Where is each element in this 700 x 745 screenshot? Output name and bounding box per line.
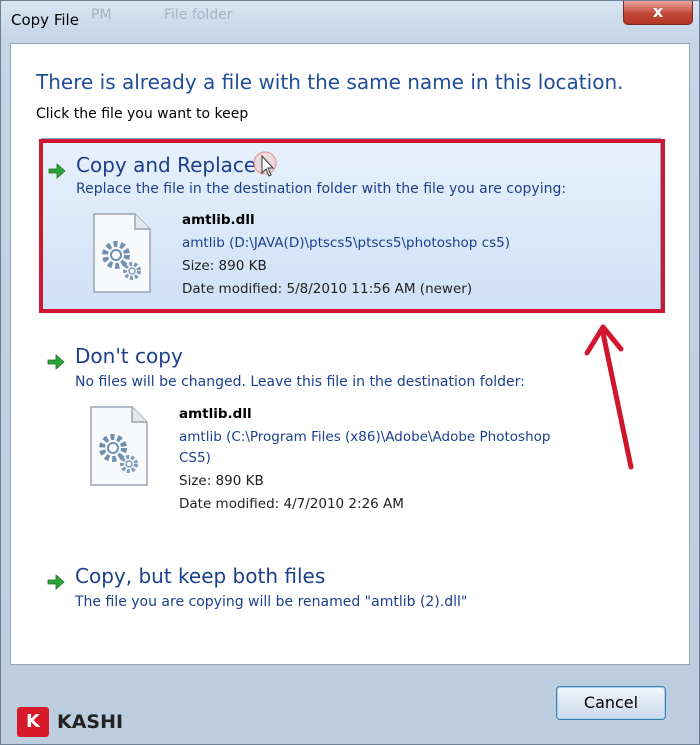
mouse-cursor-icon — [253, 151, 277, 177]
background-text: PM — [91, 7, 112, 23]
file-path: amtlib (D:\JAVA(D)\ptscs5\ptscs5\photosh… — [182, 235, 510, 251]
green-arrow-icon — [47, 354, 65, 370]
file-path: amtlib (C:\Program Files (x86)\Adobe\Ado… — [179, 429, 551, 445]
file-name: amtlib.dll — [182, 212, 255, 228]
file-size: Size: 890 KB — [182, 258, 267, 274]
window-title: Copy File — [11, 11, 79, 29]
file-size: Size: 890 KB — [179, 473, 264, 489]
option-title: Copy, but keep both files — [75, 564, 326, 588]
main-instruction: There is already a file with the same na… — [36, 70, 624, 94]
green-arrow-icon — [48, 163, 66, 179]
option-description: Replace the file in the destination fold… — [76, 181, 567, 197]
file-path-continued: CS5) — [179, 450, 211, 466]
dll-file-icon — [93, 213, 151, 293]
file-name: amtlib.dll — [179, 406, 252, 422]
option-description: The file you are copying will be renamed… — [75, 594, 468, 610]
file-date-modified: Date modified: 4/7/2010 2:26 AM — [179, 496, 404, 512]
annotation-arrow — [584, 324, 634, 470]
cancel-button[interactable]: Cancel — [556, 686, 666, 720]
close-button[interactable]: x — [623, 1, 693, 25]
dll-file-icon — [90, 406, 148, 486]
watermark-logo: K — [17, 707, 49, 737]
watermark-text: KASHI — [57, 711, 124, 733]
background-text: File folder — [164, 7, 233, 23]
title-bar[interactable]: Copy File PM File folder x — [1, 1, 699, 41]
close-icon: x — [652, 2, 664, 21]
option-description: No files will be changed. Leave this fil… — [75, 374, 525, 390]
dont-copy-option[interactable]: Don't copy No files will be changed. Lea… — [41, 344, 661, 524]
file-date-modified: Date modified: 5/8/2010 11:56 AM (newer) — [182, 281, 473, 297]
copy-and-replace-option[interactable]: Copy and Replace Replace the file in the… — [41, 138, 661, 310]
option-title: Copy and Replace — [76, 153, 257, 177]
green-arrow-icon — [47, 574, 65, 590]
keep-both-files-option[interactable]: Copy, but keep both files The file you a… — [41, 564, 661, 624]
option-title: Don't copy — [75, 344, 183, 368]
sub-instruction: Click the file you want to keep — [36, 106, 249, 122]
copy-file-dialog: Copy File PM File folder x There is alre… — [0, 0, 700, 745]
